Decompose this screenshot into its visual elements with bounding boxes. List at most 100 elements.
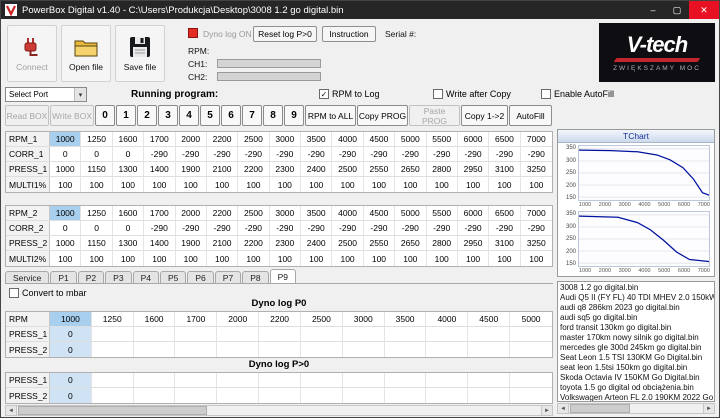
connect-button[interactable]: Connect bbox=[7, 25, 57, 82]
table-cell[interactable]: 100 bbox=[301, 251, 333, 266]
digit-button-0[interactable]: 0 bbox=[95, 105, 115, 126]
table-cell[interactable]: 4000 bbox=[332, 132, 364, 146]
table-cell[interactable] bbox=[426, 373, 469, 387]
table-cell[interactable]: 1300 bbox=[113, 162, 145, 176]
table-cell[interactable]: 1900 bbox=[176, 236, 207, 250]
table-cell[interactable]: -290 bbox=[395, 147, 427, 161]
table-cell[interactable]: 2200 bbox=[207, 206, 239, 220]
file-list-item[interactable]: toyota 1.5 go digital od obciążenia.bin bbox=[558, 383, 714, 393]
open-file-button[interactable]: Open file bbox=[61, 25, 111, 82]
table-cell[interactable] bbox=[510, 373, 552, 387]
checkbox-enable-autofill[interactable]: Enable AutoFill bbox=[541, 89, 614, 99]
table-cell[interactable]: 4500 bbox=[364, 132, 396, 146]
table-cell[interactable] bbox=[468, 342, 511, 357]
table-cell[interactable]: -290 bbox=[332, 147, 364, 161]
table-cell[interactable]: 2100 bbox=[207, 236, 239, 250]
autofill-button[interactable]: AutoFill bbox=[509, 105, 552, 126]
scroll-left-button[interactable]: ◄ bbox=[558, 404, 569, 413]
digit-button-9[interactable]: 9 bbox=[284, 105, 304, 126]
checkbox-box[interactable]: ✓ bbox=[319, 89, 329, 99]
table-cell[interactable]: 100 bbox=[364, 177, 396, 192]
file-list-scrollbar[interactable]: ◄ ► bbox=[557, 403, 715, 414]
table-cell[interactable]: 4500 bbox=[364, 206, 396, 220]
table-h-scrollbar[interactable]: ◄ ► bbox=[5, 405, 553, 416]
table-cell[interactable]: 2550 bbox=[364, 162, 396, 176]
table-cell[interactable]: 100 bbox=[489, 177, 521, 192]
table-cell[interactable]: 2000 bbox=[217, 312, 260, 326]
checkbox-box[interactable] bbox=[541, 89, 551, 99]
table-cell[interactable]: -290 bbox=[458, 147, 490, 161]
table-cell[interactable] bbox=[259, 373, 301, 387]
table-cell[interactable] bbox=[92, 342, 134, 357]
table-cell[interactable]: 100 bbox=[489, 251, 521, 266]
table-cell[interactable]: 3100 bbox=[489, 162, 521, 176]
select-port-dropdown[interactable]: Select Port ▾ bbox=[5, 87, 87, 102]
file-list-item[interactable]: mercedes gle 300d 245km go digital.bin bbox=[558, 343, 714, 353]
file-list-item[interactable]: ford transit 130km go digital.bin bbox=[558, 323, 714, 333]
table-cell[interactable]: 0 bbox=[50, 221, 82, 235]
table-cell[interactable] bbox=[301, 388, 343, 403]
table-cell[interactable]: 2200 bbox=[259, 312, 301, 326]
table-cell[interactable] bbox=[510, 342, 552, 357]
table-cell[interactable]: 2000 bbox=[176, 206, 207, 220]
table-cell[interactable]: 100 bbox=[207, 177, 239, 192]
table-cell[interactable] bbox=[217, 373, 260, 387]
scroll-track[interactable] bbox=[569, 404, 703, 413]
table-cell[interactable]: 2500 bbox=[301, 312, 343, 326]
copy-1-to-2-button[interactable]: Copy 1->2 bbox=[461, 105, 508, 126]
table-cell[interactable] bbox=[343, 373, 385, 387]
digit-button-4[interactable]: 4 bbox=[179, 105, 199, 126]
reset-log-button[interactable]: Reset log P>0 bbox=[253, 26, 317, 42]
table-cell[interactable]: 1900 bbox=[176, 162, 207, 176]
table-cell[interactable]: -290 bbox=[458, 221, 490, 235]
table-cell[interactable]: 2800 bbox=[427, 162, 458, 176]
table-cell[interactable]: 2300 bbox=[270, 236, 301, 250]
table-cell[interactable] bbox=[468, 327, 511, 341]
table-cell[interactable]: -290 bbox=[207, 221, 239, 235]
table-cell[interactable]: 1150 bbox=[81, 236, 113, 250]
read-box-button[interactable]: Read BOX bbox=[5, 105, 49, 126]
table-cell[interactable]: 100 bbox=[238, 177, 270, 192]
file-list-item[interactable]: Skoda Octavia IV 150KM Go Digital.bin bbox=[558, 373, 714, 383]
table-cell[interactable]: -290 bbox=[144, 221, 176, 235]
table-cell[interactable]: 0 bbox=[81, 221, 113, 235]
table-cell[interactable]: 100 bbox=[144, 251, 176, 266]
table-cell[interactable]: -290 bbox=[364, 221, 396, 235]
table-cell[interactable]: 5000 bbox=[395, 206, 427, 220]
table-cell[interactable]: 100 bbox=[238, 251, 270, 266]
file-list-item[interactable]: 3008 1.2 go digital.bin bbox=[558, 283, 714, 293]
table-cell[interactable]: 100 bbox=[301, 177, 333, 192]
table-cell[interactable]: 100 bbox=[50, 251, 82, 266]
checkbox-write-after-copy[interactable]: Write after Copy bbox=[433, 89, 511, 99]
table-cell[interactable]: 0 bbox=[81, 147, 113, 161]
file-list-item[interactable]: Audi Q5 II (FY FL) 40 TDI MHEV 2.0 150kW… bbox=[558, 293, 714, 303]
table-cell[interactable]: -290 bbox=[395, 221, 427, 235]
table-cell[interactable]: -290 bbox=[301, 221, 333, 235]
table-cell[interactable]: 6500 bbox=[489, 206, 521, 220]
paste-prog-button[interactable]: Paste PROG bbox=[409, 105, 460, 126]
digit-button-8[interactable]: 8 bbox=[263, 105, 283, 126]
table-cell[interactable]: 5000 bbox=[395, 132, 427, 146]
table-cell[interactable]: 5000 bbox=[510, 312, 552, 326]
table-cell[interactable]: 1150 bbox=[81, 162, 113, 176]
table-cell[interactable]: 2500 bbox=[238, 206, 270, 220]
file-list-item[interactable]: seat leon 1.5tsi 150km go digital.bin bbox=[558, 363, 714, 373]
table-cell[interactable] bbox=[175, 327, 218, 341]
table-cell[interactable] bbox=[343, 327, 385, 341]
table-cell[interactable]: 1000 bbox=[50, 162, 82, 176]
table-cell[interactable]: 2200 bbox=[238, 236, 270, 250]
table-cell[interactable] bbox=[385, 388, 427, 403]
table-cell[interactable]: 100 bbox=[332, 251, 364, 266]
table-cell[interactable]: 0 bbox=[50, 327, 92, 341]
table-cell[interactable]: 2650 bbox=[395, 236, 427, 250]
table-cell[interactable]: 2100 bbox=[207, 162, 239, 176]
table-cell[interactable] bbox=[134, 327, 176, 341]
table-cell[interactable] bbox=[134, 388, 176, 403]
table-cell[interactable]: 3250 bbox=[521, 236, 552, 250]
table-cell[interactable]: 2500 bbox=[332, 162, 364, 176]
table-cell[interactable] bbox=[426, 388, 469, 403]
table-cell[interactable]: 1400 bbox=[144, 162, 176, 176]
table-cell[interactable]: 100 bbox=[458, 177, 490, 192]
table-cell[interactable]: 2500 bbox=[332, 236, 364, 250]
table-cell[interactable] bbox=[385, 373, 427, 387]
